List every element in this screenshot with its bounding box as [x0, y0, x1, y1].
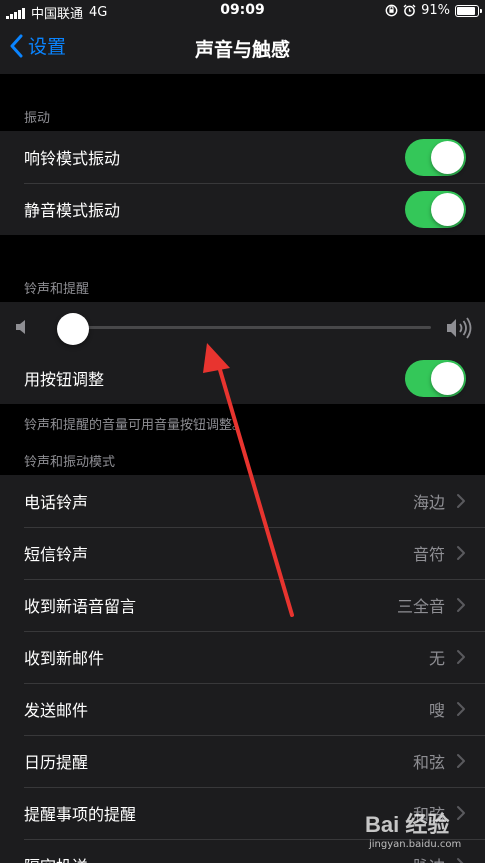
ringer-footer-note: 铃声和提醒的音量可用音量按钮调整。: [24, 418, 246, 433]
silent-vibrate-toggle[interactable]: [405, 190, 466, 228]
row-label: 响铃模式振动: [24, 149, 121, 168]
section-header-patterns: 铃声和振动模式: [24, 455, 116, 470]
row-value: 音符: [412, 545, 445, 564]
row-label: 短信铃声: [24, 545, 89, 564]
row-silent-vibrate[interactable]: 静音模式振动: [0, 183, 485, 235]
row-label: 隔空投送: [24, 853, 88, 863]
row-label: 提醒事项的提醒: [24, 805, 137, 824]
navigation-bar: 设置 声音与触感: [0, 22, 485, 74]
section-header-vibration: 振动: [24, 111, 51, 126]
chevron-right-icon: [457, 650, 465, 664]
row-change-with-buttons[interactable]: 用按钮调整: [0, 352, 485, 404]
slider-thumb[interactable]: [57, 313, 89, 345]
row-label: 日历提醒: [24, 753, 89, 772]
row-value: 嗖: [428, 701, 445, 720]
chevron-right-icon: [457, 494, 465, 508]
row-value: 无: [428, 649, 445, 668]
watermark-site: jingyan.baidu.com: [369, 839, 462, 850]
row-value: 三全音: [396, 597, 445, 616]
row-label: 收到新语音留言: [24, 597, 137, 616]
vibration-group: 响铃模式振动 静音模式振动: [0, 131, 485, 235]
row-text-tone[interactable]: 短信铃声 音符: [0, 527, 485, 579]
row-ringtone[interactable]: 电话铃声 海边: [0, 475, 485, 527]
alarm-icon: [403, 4, 416, 17]
row-new-mail[interactable]: 收到新邮件 无: [0, 631, 485, 683]
toggle-knob: [431, 192, 464, 226]
row-label: 用按钮调整: [24, 370, 105, 389]
watermark: Bai 经验 jingyan.baidu.com: [365, 803, 480, 859]
ringer-volume-slider[interactable]: [0, 302, 485, 352]
chevron-right-icon: [457, 702, 465, 716]
battery-fill: [457, 6, 476, 15]
toggle-knob: [431, 361, 464, 395]
row-label: 收到新邮件: [24, 649, 105, 668]
page-title: 声音与触感: [194, 39, 290, 61]
status-bar: 中国联通 4G 09:09 91%: [0, 0, 485, 22]
section-header-ringer: 铃声和提醒: [24, 282, 90, 297]
orientation-lock-icon: [385, 4, 398, 17]
chevron-right-icon: [457, 754, 465, 768]
row-label: 电话铃声: [24, 493, 89, 512]
slider-track[interactable]: [73, 326, 431, 329]
row-sent-mail[interactable]: 发送邮件 嗖: [0, 683, 485, 735]
volume-low-icon: [16, 320, 25, 334]
row-new-voicemail[interactable]: 收到新语音留言 三全音: [0, 579, 485, 631]
toggle-knob: [431, 140, 464, 174]
chevron-right-icon: [457, 546, 465, 560]
change-with-buttons-toggle[interactable]: [405, 359, 466, 397]
ring-vibrate-toggle[interactable]: [405, 138, 466, 176]
battery-percent: 91%: [421, 3, 450, 18]
row-label: 发送邮件: [24, 701, 89, 720]
ringer-group: 用按钮调整: [0, 302, 485, 404]
battery-icon: [455, 4, 482, 17]
row-calendar-alerts[interactable]: 日历提醒 和弦: [0, 735, 485, 787]
row-value: 海边: [412, 493, 445, 512]
row-ring-vibrate[interactable]: 响铃模式振动: [0, 131, 485, 183]
watermark-logo: Bai 经验: [365, 812, 450, 837]
chevron-right-icon: [457, 598, 465, 612]
status-right: 91%: [385, 3, 482, 18]
row-label: 静音模式振动: [24, 201, 121, 220]
row-value: 和弦: [412, 753, 445, 772]
volume-high-icon: [447, 317, 472, 339]
